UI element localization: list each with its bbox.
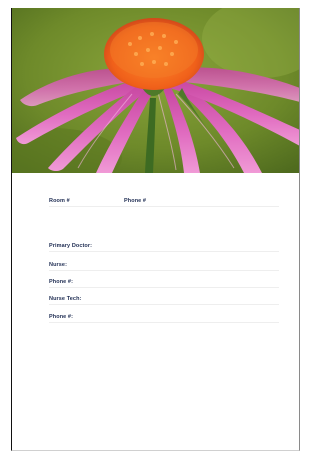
nurse-label: Nurse: <box>49 262 68 268</box>
nurse-tech-phone-line <box>49 322 279 323</box>
nurse-phone-line <box>49 287 279 288</box>
coneflower-photo <box>12 8 299 173</box>
nurse-phone-label: Phone #: <box>49 279 74 285</box>
care-team-sheet: Room # Phone # Primary Doctor: Nurse: Ph… <box>11 8 300 451</box>
nurse-tech-line <box>49 304 279 305</box>
coneflower-illustration <box>12 8 299 173</box>
nurse-line <box>49 270 279 271</box>
room-number-label: Room # <box>49 198 70 204</box>
nurse-tech-label: Nurse Tech: <box>49 296 82 302</box>
room-entry-line <box>49 206 279 207</box>
primary-doctor-label: Primary Doctor: <box>49 243 93 249</box>
room-phone-label: Phone # <box>124 198 147 204</box>
primary-doctor-line <box>49 251 279 252</box>
nurse-tech-phone-label: Phone #: <box>49 314 74 320</box>
